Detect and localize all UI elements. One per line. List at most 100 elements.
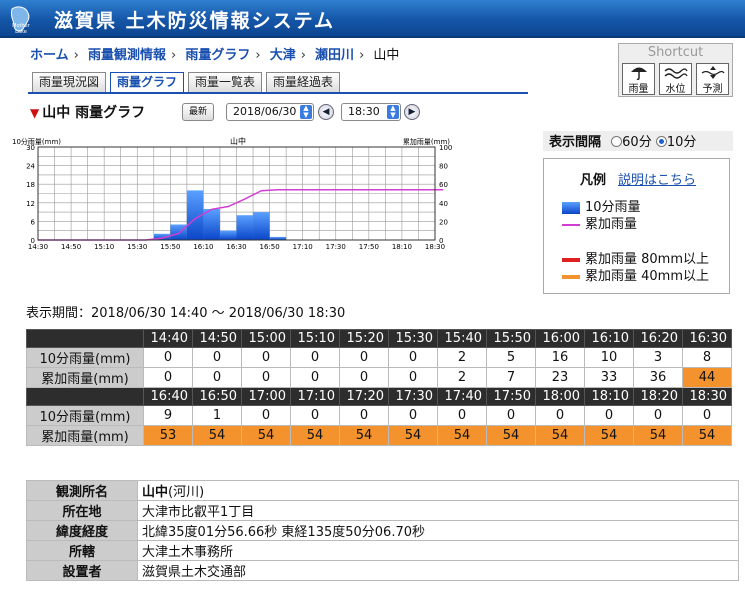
legend-swatch — [562, 257, 580, 262]
cumulative-cell: 7 — [486, 367, 536, 388]
row-label: 10分雨量(mm) — [26, 347, 144, 368]
rain10-cell: 0 — [143, 347, 193, 368]
cumulative-cell: 54 — [584, 425, 634, 446]
rain-bar — [236, 215, 254, 240]
interval-60-radio[interactable] — [611, 136, 623, 147]
rain10-cell: 0 — [388, 347, 438, 368]
cumulative-cell: 0 — [241, 367, 291, 388]
y-tick-label: 24 — [26, 163, 35, 171]
time-cell: 18:10 — [584, 387, 634, 406]
rain10-cell: 9 — [143, 405, 193, 426]
legend-swatch — [562, 223, 580, 226]
header-banner: Mother Lake 滋賀県 土木防災情報システム — [0, 0, 745, 38]
tab-rain-list[interactable]: 雨量一覧表 — [188, 72, 263, 93]
shortcut-forecast-button[interactable]: 予測 — [696, 63, 729, 95]
y-tick-label: 12 — [26, 200, 35, 208]
time-cell: 17:10 — [290, 387, 340, 406]
tab-bar: 雨量現況図 雨量グラフ 雨量一覧表 雨量経過表 — [32, 72, 341, 93]
info-key: 緯度経度 — [26, 520, 138, 541]
legend-help-link[interactable]: 説明はこちら — [618, 169, 696, 188]
station-info-table: 観測所名 山中(河川) 所在地 大津市比叡平1丁目 緯度経度 北緯35度01分56.66秒… — [26, 480, 739, 581]
time-cell: 15:50 — [486, 329, 536, 348]
chart-title: 山中 — [230, 136, 246, 146]
interval-label: 表示間隔 — [549, 135, 602, 150]
cumulative-cell: 36 — [633, 367, 683, 388]
time-header-row: 16:40 16:50 17:00 17:10 17:20 17:30 17:40 17:50… — [26, 387, 732, 406]
umbrella-icon — [630, 67, 647, 80]
cumulative-cell: 54 — [339, 425, 389, 446]
forecast-icon — [701, 66, 725, 79]
breadcrumb-rain-info[interactable]: 雨量観測情報 — [88, 48, 166, 63]
y2-tick-label: 80 — [439, 163, 448, 171]
time-cell: 14:40 — [143, 329, 193, 348]
cumulative-cell: 0 — [388, 367, 438, 388]
cumulative-row: 累加雨量(mm) 0 0 0 0 0 0 2 7 23 33 36 44 — [26, 367, 732, 388]
graph-title: ▼ 山中 雨量グラフ — [30, 105, 146, 121]
interval-10-radio[interactable] — [655, 136, 667, 147]
shortcut-rain-button[interactable]: 雨量 — [622, 63, 655, 95]
cumulative-cell: 54 — [192, 425, 242, 446]
breadcrumb-setagawa[interactable]: 瀬田川 — [315, 48, 354, 63]
breadcrumb-home[interactable]: ホーム — [30, 48, 69, 63]
shortcut-water-level-button[interactable]: 水位 — [659, 63, 692, 95]
rain10-cell: 0 — [535, 405, 585, 426]
time-cell: 17:50 — [486, 387, 536, 406]
prev-date-button[interactable]: ◀ — [318, 104, 334, 120]
cumulative-cell: 0 — [339, 367, 389, 388]
rain10-cell: 5 — [486, 347, 536, 368]
cumulative-cell: 54 — [241, 425, 291, 446]
info-value: 滋賀県土木交通部 — [137, 560, 739, 581]
next-time-button[interactable]: ▶ — [404, 104, 420, 120]
cumulative-cell: 44 — [682, 367, 732, 388]
x-tick-label: 18:10 — [392, 243, 412, 251]
date-select[interactable]: 2018/06/30 ▲ ▼ — [226, 103, 314, 121]
cumulative-cell: 54 — [388, 425, 438, 446]
cumulative-cell: 33 — [584, 367, 634, 388]
time-cell: 17:00 — [241, 387, 291, 406]
breadcrumb-otsu[interactable]: 大津 — [270, 48, 296, 63]
tab-rain-map[interactable]: 雨量現況図 — [32, 72, 107, 93]
tab-rain-progress[interactable]: 雨量経過表 — [266, 72, 341, 93]
info-row: 緯度経度 北緯35度01分56.66秒 東経135度50分06.70秒 — [26, 520, 739, 541]
info-row: 設置者 滋賀県土木交通部 — [26, 560, 739, 581]
rain10-cell: 0 — [486, 405, 536, 426]
spinner-icon: ▲ ▼ — [387, 105, 399, 119]
shortcut-title: Shortcut — [647, 45, 704, 60]
cumulative-cell: 0 — [192, 367, 242, 388]
rain10-cell: 1 — [192, 405, 242, 426]
info-value: 山中(河川) — [137, 480, 739, 501]
time-select[interactable]: 18:30 ▲ ▼ — [341, 103, 401, 121]
y2-tick-label: 40 — [439, 200, 448, 208]
latest-button[interactable]: 最新 — [182, 103, 214, 121]
cumulative-row: 累加雨量(mm) 53 54 54 54 54 54 54 54 54 54 54 54 — [26, 425, 732, 446]
rain10-cell: 3 — [633, 347, 683, 368]
rain-bar — [253, 212, 270, 240]
info-key: 観測所名 — [26, 480, 138, 501]
rain-table: 14:40 14:50 15:00 15:10 15:20 15:30 15:40 15:50… — [26, 329, 732, 446]
tab-rain-graph[interactable]: 雨量グラフ — [110, 72, 185, 93]
time-cell: 17:20 — [339, 387, 389, 406]
rain10-cell: 2 — [437, 347, 487, 368]
time-cell: 15:10 — [290, 329, 340, 348]
x-tick-label: 15:30 — [127, 243, 147, 251]
time-cell: 18:20 — [633, 387, 683, 406]
x-tick-label: 14:30 — [28, 243, 48, 251]
rain10-cell: 8 — [682, 347, 732, 368]
time-cell: 18:30 — [682, 387, 732, 406]
header-blank — [26, 329, 144, 348]
legend-item-cum40: 累加雨量 40mm以上 — [562, 265, 709, 284]
x-tick-label: 17:10 — [293, 243, 313, 251]
cumulative-cell: 54 — [535, 425, 585, 446]
wave-icon — [664, 68, 688, 79]
rain10-cell: 0 — [437, 405, 487, 426]
mother-lake-logo: Mother Lake — [10, 6, 31, 35]
rain10-cell: 0 — [241, 347, 291, 368]
cumulative-cell: 54 — [437, 425, 487, 446]
time-cell: 17:30 — [388, 387, 438, 406]
breadcrumb-rain-graph[interactable]: 雨量グラフ — [185, 48, 250, 63]
info-row: 所轄 大津土木事務所 — [26, 540, 739, 561]
rain10-cell: 0 — [290, 347, 340, 368]
info-row: 観測所名 山中(河川) — [26, 480, 739, 501]
info-key: 所轄 — [26, 540, 138, 561]
info-key: 設置者 — [26, 560, 138, 581]
